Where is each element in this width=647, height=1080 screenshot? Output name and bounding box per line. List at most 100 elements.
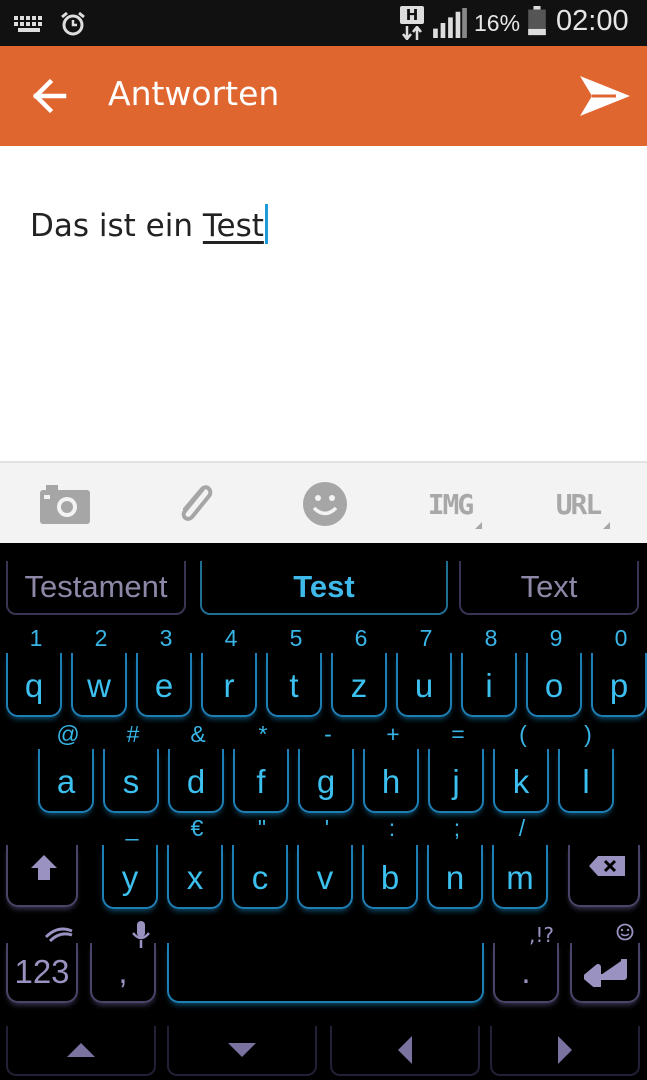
arrow-down-icon (228, 1043, 256, 1057)
key-alt-label: * (258, 721, 268, 747)
suggestion-left[interactable]: Testament (6, 561, 186, 615)
emoji-button[interactable] (280, 463, 370, 545)
back-button[interactable] (26, 74, 76, 118)
enter-key[interactable] (570, 923, 640, 1003)
insert-url-button[interactable]: URL (538, 463, 618, 545)
key-h[interactable]: + h (363, 721, 419, 813)
key-d[interactable]: & d (168, 721, 224, 813)
backspace-key[interactable] (568, 845, 640, 907)
key-y[interactable]: _ y (102, 815, 158, 909)
key-alt-label: ) (584, 721, 592, 747)
composing-word: Test (202, 208, 264, 244)
key-j[interactable]: = j (428, 721, 484, 813)
cursor-up-key[interactable] (6, 1026, 156, 1076)
clock: 02:00 (556, 5, 629, 37)
key-alt-label: 3 (159, 625, 173, 651)
key-g[interactable]: -g (298, 721, 354, 813)
key-alt-label: 9 (549, 625, 563, 651)
cursor-left-key[interactable] (330, 1026, 480, 1076)
text-cursor (264, 204, 268, 244)
period-key[interactable]: ,!? . (493, 923, 559, 1003)
key-alt-label: # (126, 721, 140, 747)
period-key-label: . (521, 953, 531, 990)
key-alt-label: " (257, 815, 267, 841)
key-alt-label: = (451, 721, 465, 747)
attach-file-button[interactable] (150, 463, 240, 545)
key-alt-label: / (518, 815, 526, 841)
key-label: h (381, 763, 401, 800)
key-label: c (251, 859, 269, 896)
battery-icon (528, 6, 546, 36)
insert-image-button[interactable]: IMG (410, 463, 490, 545)
key-n[interactable]: ; n (427, 815, 483, 909)
key-i[interactable]: 8i (461, 625, 517, 717)
keyboard-icon (14, 16, 42, 32)
key-alt-label: 6 (354, 625, 368, 651)
shift-arrow-icon (31, 855, 57, 880)
key-label: p (609, 667, 629, 704)
key-m[interactable]: / m (492, 815, 548, 909)
key-w[interactable]: 2w (71, 625, 127, 717)
key-alt-label: 4 (224, 625, 238, 651)
key-e[interactable]: 3e (136, 625, 192, 717)
camera-button[interactable] (20, 463, 110, 545)
smiley-icon (303, 482, 347, 526)
key-label: b (380, 859, 400, 896)
key-label: z (350, 667, 368, 704)
status-bar: H 16% 02:00 (0, 0, 647, 46)
key-p[interactable]: 0p (591, 625, 647, 717)
send-button[interactable] (576, 72, 634, 120)
space-bar[interactable] (167, 943, 484, 1003)
alarm-icon (61, 11, 85, 36)
key-q[interactable]: 1q (6, 625, 62, 717)
message-input[interactable]: Das ist ein Test (30, 204, 268, 244)
network-h-icon: H (398, 6, 426, 40)
key-label: t (289, 667, 299, 704)
send-icon (580, 76, 630, 116)
key-label: x (186, 859, 204, 896)
key-o[interactable]: 9o (526, 625, 582, 717)
key-label: k (512, 763, 530, 800)
key-b[interactable]: :b (362, 815, 418, 909)
arrow-left-small-icon (398, 1036, 412, 1064)
key-label: d (186, 763, 206, 800)
page-title: Antworten (108, 74, 280, 113)
cursor-down-key[interactable] (167, 1026, 317, 1076)
key-z[interactable]: 6z (331, 625, 387, 717)
shift-key[interactable] (6, 845, 78, 907)
key-t[interactable]: 5t (266, 625, 322, 717)
key-r[interactable]: 4r (201, 625, 257, 717)
suggestion-center[interactable]: Test (200, 561, 448, 615)
numbers-key[interactable]: 123 (6, 927, 78, 1003)
arrow-up-icon (67, 1043, 95, 1057)
key-alt-label: _ (125, 815, 139, 841)
message-compose-area[interactable]: Das ist ein Test (0, 146, 647, 461)
battery-percent: 16% (474, 10, 521, 36)
suggestion-right[interactable]: Text (459, 561, 639, 615)
url-label: URL (555, 487, 610, 529)
message-text: Das ist ein (30, 208, 203, 244)
network-type-label: H (400, 6, 424, 24)
swype-icon (44, 927, 73, 943)
cursor-right-key[interactable] (490, 1026, 640, 1076)
key-l[interactable]: ) l (558, 721, 614, 813)
key-a[interactable]: @ a (38, 721, 94, 813)
backspace-icon (589, 856, 625, 876)
key-alt-label: - (324, 721, 332, 747)
key-label: n (445, 859, 465, 896)
key-alt-label: 8 (484, 625, 498, 651)
key-label: e (154, 667, 174, 704)
key-u[interactable]: 7u (396, 625, 452, 717)
key-s[interactable]: # s (103, 721, 159, 813)
key-v[interactable]: ' v (297, 815, 353, 909)
key-alt-label: & (190, 721, 206, 747)
key-k[interactable]: (k (493, 721, 549, 813)
app-bar: Antworten (0, 46, 647, 146)
comma-key[interactable]: , (90, 921, 156, 1003)
key-x[interactable]: € x (167, 815, 223, 909)
key-alt-label: + (386, 721, 400, 747)
key-alt-label: ' (324, 815, 330, 841)
period-alt-label: ,!? (529, 923, 554, 947)
key-f[interactable]: * f (233, 721, 289, 813)
key-c[interactable]: " c (232, 815, 288, 909)
